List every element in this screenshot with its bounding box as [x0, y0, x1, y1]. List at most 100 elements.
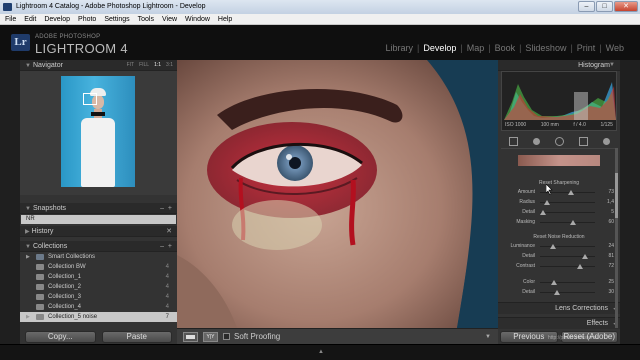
- collection-item[interactable]: ▶ Smart Collections: [20, 252, 177, 262]
- module-book[interactable]: Book: [491, 43, 520, 53]
- menu-file[interactable]: File: [5, 14, 16, 24]
- slider-contrast[interactable]: Contrast 72: [498, 262, 620, 271]
- menu-help[interactable]: Help: [218, 14, 232, 24]
- zoom-fill[interactable]: FILL: [139, 60, 149, 71]
- module-print[interactable]: Print: [573, 43, 600, 53]
- clear-history-icon[interactable]: ✕: [166, 226, 172, 237]
- soft-proofing-checkbox[interactable]: [223, 333, 230, 340]
- menu-photo[interactable]: Photo: [78, 14, 96, 24]
- menu-develop[interactable]: Develop: [44, 14, 70, 24]
- slider-luminance-detail[interactable]: Detail 81: [498, 252, 620, 261]
- tool-strip: [501, 134, 617, 149]
- shutter-value: 1/125: [600, 122, 613, 128]
- left-panel: ▼ Navigator FIT FILL 1:1 3:1 ▼ Snapshots…: [20, 60, 177, 344]
- slider-detail[interactable]: Detail 5: [498, 208, 620, 217]
- slider-color[interactable]: Color 25: [498, 278, 620, 287]
- histogram-header[interactable]: Histogram ▼: [498, 60, 620, 71]
- collection-item-selected[interactable]: ▶ Collection_5 noise 7: [20, 312, 177, 322]
- expand-triangle-icon: ▶: [25, 229, 30, 235]
- slider-masking[interactable]: Masking 60: [498, 218, 620, 227]
- noise-reduction-title[interactable]: Reset Noise Reduction: [498, 234, 620, 240]
- portrait-figure: [75, 88, 121, 187]
- module-map[interactable]: Map: [463, 43, 489, 53]
- zoom-1-1[interactable]: 1:1: [154, 60, 161, 71]
- histogram-title: Histogram: [578, 62, 610, 69]
- copy-button[interactable]: Copy...: [25, 331, 96, 343]
- slider-amount[interactable]: Amount 73: [498, 188, 620, 197]
- brand-subtitle: ADOBE PHOTOSHOP: [35, 34, 101, 40]
- photo-canvas[interactable]: [177, 60, 498, 328]
- focal-value: 100 mm: [540, 122, 559, 128]
- effects-header[interactable]: Effects◀: [498, 317, 620, 329]
- collection-item[interactable]: Collection_4 4: [20, 302, 177, 312]
- module-web[interactable]: Web: [602, 43, 628, 53]
- minimize-button[interactable]: –: [578, 1, 595, 12]
- brand-title: LIGHTROOM 4: [35, 41, 128, 56]
- mouse-cursor-icon: [546, 184, 553, 195]
- title-bar: Lightroom 4 Catalog - Adobe Photoshop Li…: [0, 0, 640, 14]
- slider-radius[interactable]: Radius 1,4: [498, 198, 620, 207]
- show-filmstrip-icon[interactable]: ▲: [318, 349, 324, 355]
- menu-edit[interactable]: Edit: [24, 14, 36, 24]
- watermark-text: http://photo-monster.ru: [548, 335, 599, 341]
- smart-collection-icon: [36, 254, 44, 260]
- collapse-triangle-icon: ▼: [25, 244, 31, 250]
- lens-corrections-header[interactable]: Lens Corrections◀: [498, 302, 620, 314]
- iso-value: ISO 1000: [505, 122, 527, 128]
- compare-view-button[interactable]: Y|Y: [203, 332, 218, 342]
- history-header[interactable]: ▶ History ✕: [20, 226, 177, 237]
- paste-button[interactable]: Paste: [101, 331, 172, 343]
- collapse-triangle-icon: ▼: [25, 63, 31, 69]
- left-panel-edge[interactable]: [0, 60, 20, 344]
- collections-title: Collections: [32, 243, 68, 250]
- maximize-button[interactable]: □: [596, 1, 613, 12]
- navigator-title: Navigator: [32, 62, 63, 69]
- left-panel-buttons: Copy... Paste: [20, 330, 177, 344]
- module-slideshow[interactable]: Slideshow: [521, 43, 570, 53]
- collection-item[interactable]: Collection_1 4: [20, 272, 177, 282]
- menu-bar: File Edit Develop Photo Settings Tools V…: [0, 14, 640, 25]
- collections-header[interactable]: ▼ Collections – +: [20, 241, 177, 252]
- collection-icon: [36, 314, 44, 320]
- navigator-zoom: FIT FILL 1:1 3:1: [127, 60, 173, 71]
- module-library[interactable]: Library: [381, 43, 417, 53]
- soft-proofing-label: Soft Proofing: [234, 332, 281, 341]
- menu-view[interactable]: View: [162, 14, 177, 24]
- navigator-header[interactable]: ▼ Navigator FIT FILL 1:1 3:1: [20, 60, 177, 71]
- slider-color-detail[interactable]: Detail 30: [498, 288, 620, 297]
- close-button[interactable]: ✕: [614, 1, 638, 12]
- menu-settings[interactable]: Settings: [104, 14, 129, 24]
- spot-removal-icon[interactable]: [532, 137, 540, 145]
- red-eye-icon[interactable]: [554, 136, 564, 146]
- menu-tools[interactable]: Tools: [138, 14, 154, 24]
- filmstrip-bar: ▲: [0, 344, 640, 360]
- collection-item[interactable]: Collection_2 4: [20, 282, 177, 292]
- add-collection-icon[interactable]: – +: [160, 241, 172, 252]
- zoom-3-1[interactable]: 3:1: [166, 60, 173, 71]
- adjustment-brush-icon[interactable]: [602, 137, 610, 145]
- navigator-thumbnail[interactable]: [61, 76, 135, 187]
- loupe-view-button[interactable]: [183, 332, 198, 342]
- right-panel-scrollbar[interactable]: [615, 148, 618, 328]
- right-panel-edge[interactable]: [620, 60, 640, 344]
- histogram-graph: [504, 82, 616, 120]
- slider-luminance[interactable]: Luminance 24: [498, 242, 620, 251]
- collection-icon: [36, 284, 44, 290]
- module-develop[interactable]: Develop: [419, 43, 460, 53]
- collection-item[interactable]: Collection BW 4: [20, 262, 177, 272]
- navigator-preview[interactable]: [20, 71, 177, 195]
- detail-preview[interactable]: [518, 155, 600, 166]
- snapshot-item[interactable]: NR: [21, 215, 176, 224]
- lightroom-logo: Lr: [11, 34, 30, 51]
- sharpening-title[interactable]: Reset Sharpening: [498, 180, 620, 186]
- collection-item[interactable]: Collection_3 4: [20, 292, 177, 302]
- add-snapshot-icon[interactable]: – +: [160, 203, 172, 214]
- snapshots-header[interactable]: ▼ Snapshots – +: [20, 203, 177, 214]
- toolbar-menu-icon[interactable]: ▼: [485, 334, 491, 340]
- collection-icon: [36, 294, 44, 300]
- graduated-filter-icon[interactable]: [578, 136, 588, 146]
- zoom-fit[interactable]: FIT: [127, 60, 135, 71]
- zoom-region-box[interactable]: [83, 93, 97, 105]
- crop-tool-icon[interactable]: [508, 136, 518, 146]
- menu-window[interactable]: Window: [185, 14, 210, 24]
